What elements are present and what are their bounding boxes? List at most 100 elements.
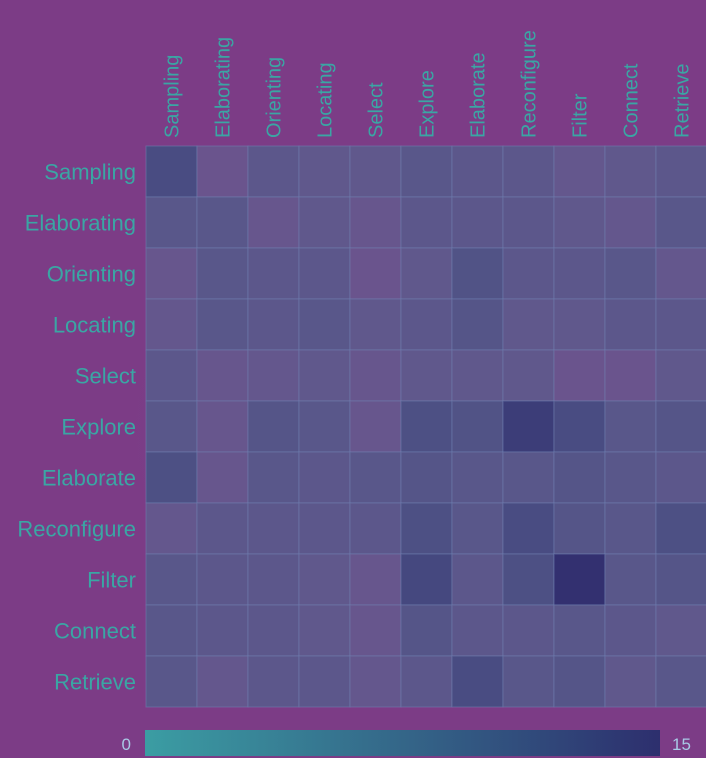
heatmap-cell <box>400 604 453 657</box>
heatmap-cell <box>655 145 706 198</box>
column-label: Filter <box>570 93 592 138</box>
heatmap-cell <box>655 451 706 504</box>
heatmap-cell <box>451 553 504 606</box>
row-label: Select <box>75 364 136 389</box>
heatmap-cell <box>400 196 453 249</box>
heatmap-cell <box>451 349 504 402</box>
heatmap-cell <box>502 502 555 555</box>
heatmap-cell <box>196 298 249 351</box>
heatmap-cell <box>247 145 300 198</box>
row-label: Filter <box>87 568 136 593</box>
heatmap-cell <box>247 604 300 657</box>
heatmap-cell <box>400 400 453 453</box>
colorbar-min-label: 0 <box>122 735 131 754</box>
heatmap-cell <box>196 349 249 402</box>
heatmap-cell <box>145 247 198 300</box>
heatmap-cell <box>604 604 657 657</box>
heatmap-cell <box>196 145 249 198</box>
heatmap-cell <box>655 349 706 402</box>
heatmap-cell <box>298 196 351 249</box>
heatmap-cell <box>247 451 300 504</box>
heatmap-cell <box>553 604 606 657</box>
heatmap-cell <box>502 553 555 606</box>
heatmap-cell <box>145 451 198 504</box>
heatmap-cell <box>298 145 351 198</box>
heatmap-cell <box>400 553 453 606</box>
heatmap-cell <box>451 451 504 504</box>
heatmap-cell <box>298 655 351 708</box>
column-label: Orienting <box>264 57 286 138</box>
heatmap-cell <box>502 196 555 249</box>
heatmap-cell <box>553 655 606 708</box>
heatmap-cell <box>298 298 351 351</box>
heatmap-cell <box>655 604 706 657</box>
heatmap-cell <box>553 247 606 300</box>
heatmap-cell <box>298 502 351 555</box>
column-label: Connect <box>621 63 643 138</box>
heatmap-cell <box>247 553 300 606</box>
column-label: Reconfigure <box>519 30 541 138</box>
heatmap-cell <box>655 400 706 453</box>
heatmap-cells <box>145 145 706 708</box>
column-labels: Sampling Elaborating Orienting Locating Sele… <box>162 30 694 138</box>
heatmap-cell <box>400 451 453 504</box>
heatmap-cell <box>196 196 249 249</box>
heatmap-cell <box>349 298 402 351</box>
heatmap-cell <box>298 349 351 402</box>
heatmap-cell <box>349 196 402 249</box>
heatmap-cell <box>400 145 453 198</box>
heatmap-cell <box>553 451 606 504</box>
column-label: Elaborating <box>213 37 235 138</box>
heatmap-cell <box>604 451 657 504</box>
heatmap-cell <box>451 145 504 198</box>
row-label: Sampling <box>44 160 136 185</box>
heatmap-cell <box>502 145 555 198</box>
heatmap-cell <box>604 145 657 198</box>
heatmap-cell <box>247 400 300 453</box>
heatmap-chart: Sampling Elaborating Orienting Locating Sele… <box>17 30 706 756</box>
row-label: Locating <box>53 313 136 338</box>
heatmap-cell <box>604 502 657 555</box>
heatmap-cell <box>247 502 300 555</box>
column-label: Retrieve <box>672 64 694 138</box>
heatmap-cell <box>349 247 402 300</box>
heatmap-cell <box>349 655 402 708</box>
row-label: Retrieve <box>54 670 136 695</box>
row-label: Connect <box>54 619 136 644</box>
row-label: Reconfigure <box>17 517 136 542</box>
heatmap-cell <box>145 349 198 402</box>
heatmap-cell <box>298 451 351 504</box>
heatmap-cell <box>502 604 555 657</box>
heatmap-cell <box>553 298 606 351</box>
heatmap-cell <box>145 400 198 453</box>
heatmap-cell <box>655 196 706 249</box>
heatmap-cell <box>196 247 249 300</box>
heatmap-cell <box>196 553 249 606</box>
heatmap-cell <box>298 553 351 606</box>
heatmap-cell <box>604 400 657 453</box>
heatmap-cell <box>247 247 300 300</box>
heatmap-cell <box>604 655 657 708</box>
colorbar <box>145 730 660 756</box>
heatmap-cell <box>247 298 300 351</box>
heatmap-cell <box>451 655 504 708</box>
column-label: Sampling <box>162 55 184 138</box>
heatmap-cell <box>655 247 706 300</box>
heatmap-cell <box>247 655 300 708</box>
heatmap-cell <box>298 400 351 453</box>
colorbar-max-label: 15 <box>672 735 691 754</box>
heatmap-cell <box>553 553 606 606</box>
heatmap-cell <box>502 655 555 708</box>
heatmap-cell <box>400 298 453 351</box>
row-label: Elaborate <box>42 466 136 491</box>
heatmap-cell <box>553 145 606 198</box>
heatmap-cell <box>298 247 351 300</box>
row-label: Elaborating <box>25 211 136 236</box>
column-label: Explore <box>417 70 439 138</box>
heatmap-cell <box>604 196 657 249</box>
heatmap-cell <box>553 196 606 249</box>
heatmap-cell <box>400 655 453 708</box>
heatmap-cell <box>145 196 198 249</box>
heatmap-cell <box>451 502 504 555</box>
heatmap-cell <box>553 502 606 555</box>
